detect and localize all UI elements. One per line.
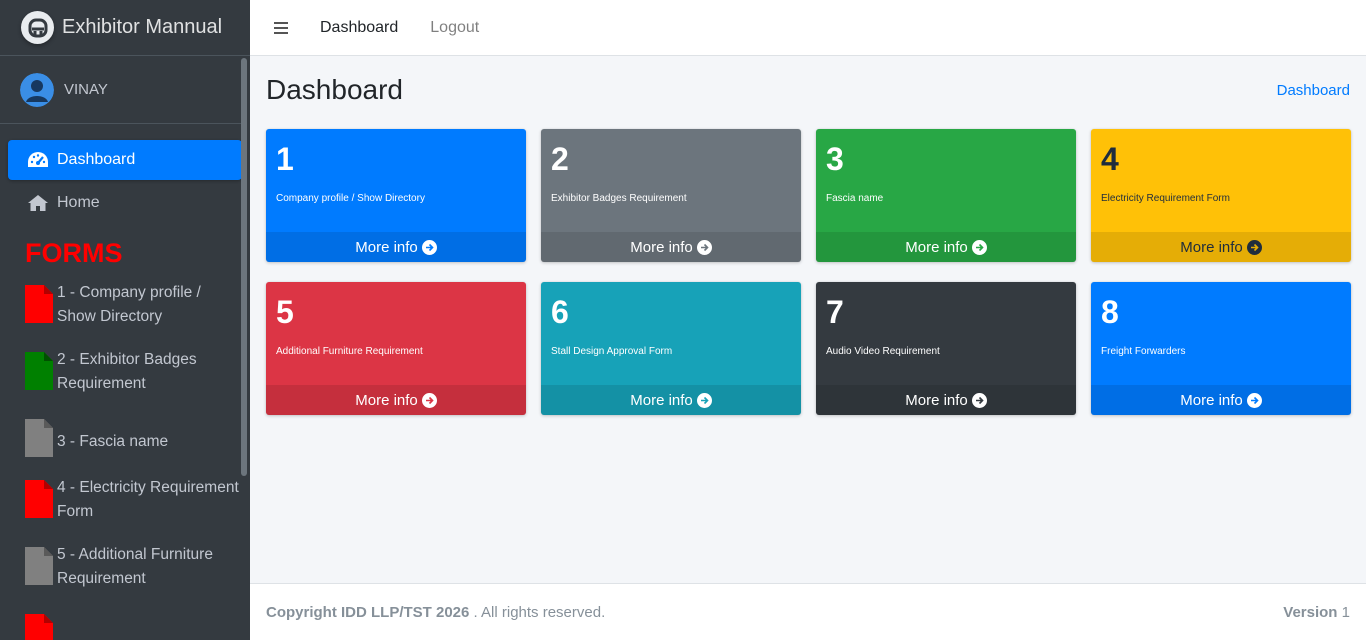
more-info-link[interactable]: More info [816,385,1076,415]
arrow-circle-right-icon [971,392,987,408]
small-box-8: 8 Freight Forwarders More info [1091,282,1351,415]
home-icon [26,193,50,213]
sidebar-form-1[interactable]: 1 - Company profile / Show Directory [8,281,242,329]
file-icon [25,419,53,457]
dashboard-boxes: 1 Company profile / Show Directory More … [266,129,1351,415]
content-header: Dashboard Dashboard [266,72,1350,108]
sidebar-form-label: 1 - Company profile / Show Directory [57,284,201,325]
box-label: Audio Video Requirement [826,346,940,357]
user-name: VINAY [64,81,108,98]
box-label: Electricity Requirement Form [1101,193,1230,204]
sidebar-nav: Dashboard Home FORMS 1 - Company profile… [0,124,250,640]
small-box-1: 1 Company profile / Show Directory More … [266,129,526,262]
sidebar-form-4[interactable]: 4 - Electricity Requirement Form [8,476,242,524]
more-info-link[interactable]: More info [266,385,526,415]
copyright: Copyright IDD LLP/TST 2026 . All rights … [266,604,605,621]
avatar [20,72,54,107]
arrow-circle-right-icon [971,239,987,255]
arrow-circle-right-icon [696,392,712,408]
file-icon [25,352,53,390]
arrow-circle-right-icon [1246,392,1262,408]
box-number: 1 [276,141,294,177]
copyright-rights: . All rights reserved. [473,603,606,621]
more-info-label: More info [1180,238,1243,256]
arrow-circle-right-icon [1246,239,1262,255]
more-info-link[interactable]: More info [1091,385,1351,415]
version-label: Version [1283,603,1338,621]
sidebar-form-5[interactable]: 5 - Additional Furniture Requirement [8,543,242,591]
box-number: 3 [826,141,844,177]
sidebar-form-6[interactable] [8,610,242,640]
page-footer: Copyright IDD LLP/TST 2026 . All rights … [250,583,1366,640]
small-box-4: 4 Electricity Requirement Form More info [1091,129,1351,262]
more-info-link[interactable]: More info [816,232,1076,262]
box-number: 5 [276,294,294,330]
file-icon [25,480,53,518]
box-label: Company profile / Show Directory [276,193,425,204]
arrow-circle-right-icon [421,239,437,255]
sidebar-form-3[interactable]: 3 - Fascia name [8,415,242,457]
nav-link-dashboard[interactable]: Dashboard [320,19,398,37]
file-icon [25,285,53,323]
sidebar: Exhibitor Mannual VINAY Dashboard Home F… [0,0,250,640]
sidebar-item-label: Dashboard [57,151,136,168]
more-info-label: More info [630,238,693,256]
small-box-2: 2 Exhibitor Badges Requirement More info [541,129,801,262]
box-label: Fascia name [826,193,884,204]
box-label: Freight Forwarders [1101,346,1186,357]
arrow-circle-right-icon [421,392,437,408]
sidebar-form-2[interactable]: 2 - Exhibitor Badges Requirement [8,348,242,396]
box-number: 8 [1101,294,1119,330]
more-info-link[interactable]: More info [541,385,801,415]
more-info-label: More info [905,391,968,409]
sidebar-item-dashboard[interactable]: Dashboard [8,140,242,180]
more-info-label: More info [355,391,418,409]
forms-header: FORMS [25,238,123,268]
sidebar-form-label: 5 - Additional Furniture Requirement [57,546,213,587]
sidebar-scrollbar[interactable] [241,58,247,476]
sidebar-form-label: 3 - Fascia name [57,433,169,450]
version: Version 1 [1283,604,1350,621]
page-title: Dashboard [266,74,403,105]
box-number: 7 [826,294,844,330]
small-box-5: 5 Additional Furniture Requirement More … [266,282,526,415]
arrow-circle-right-icon [696,239,712,255]
box-label: Stall Design Approval Form [551,346,673,357]
box-number: 4 [1101,141,1119,177]
brand-logo-icon [21,11,54,44]
tachometer-icon [26,150,50,170]
box-number: 2 [551,141,569,177]
small-box-7: 7 Audio Video Requirement More info [816,282,1076,415]
sidebar-item-label: Home [57,194,100,211]
brand-title: Exhibitor Mannual [62,16,223,38]
small-box-6: 6 Stall Design Approval Form More info [541,282,801,415]
more-info-link[interactable]: More info [541,232,801,262]
more-info-label: More info [1180,391,1243,409]
nav-link-logout[interactable]: Logout [430,19,479,37]
box-number: 6 [551,294,569,330]
sidebar-form-label: 2 - Exhibitor Badges Requirement [57,351,197,392]
box-label: Additional Furniture Requirement [276,346,423,357]
more-info-label: More info [630,391,693,409]
copyright-owner: Copyright IDD LLP/TST 2026 [266,603,470,621]
sidebar-item-home[interactable]: Home [8,183,242,223]
more-info-link[interactable]: More info [1091,232,1351,262]
file-icon [25,614,53,640]
more-info-link[interactable]: More info [266,232,526,262]
more-info-label: More info [355,238,418,256]
version-number: 1 [1341,603,1350,621]
file-icon [25,547,53,585]
user-panel[interactable]: VINAY [0,56,242,124]
small-box-3: 3 Fascia name More info [816,129,1076,262]
breadcrumb[interactable]: Dashboard [1277,82,1350,99]
top-navbar: Dashboard Logout [250,0,1366,56]
more-info-label: More info [905,238,968,256]
hamburger-menu-icon[interactable] [274,21,288,35]
sidebar-form-label: 4 - Electricity Requirement Form [57,479,239,520]
box-label: Exhibitor Badges Requirement [551,193,687,204]
brand-link[interactable]: Exhibitor Mannual [0,0,250,56]
